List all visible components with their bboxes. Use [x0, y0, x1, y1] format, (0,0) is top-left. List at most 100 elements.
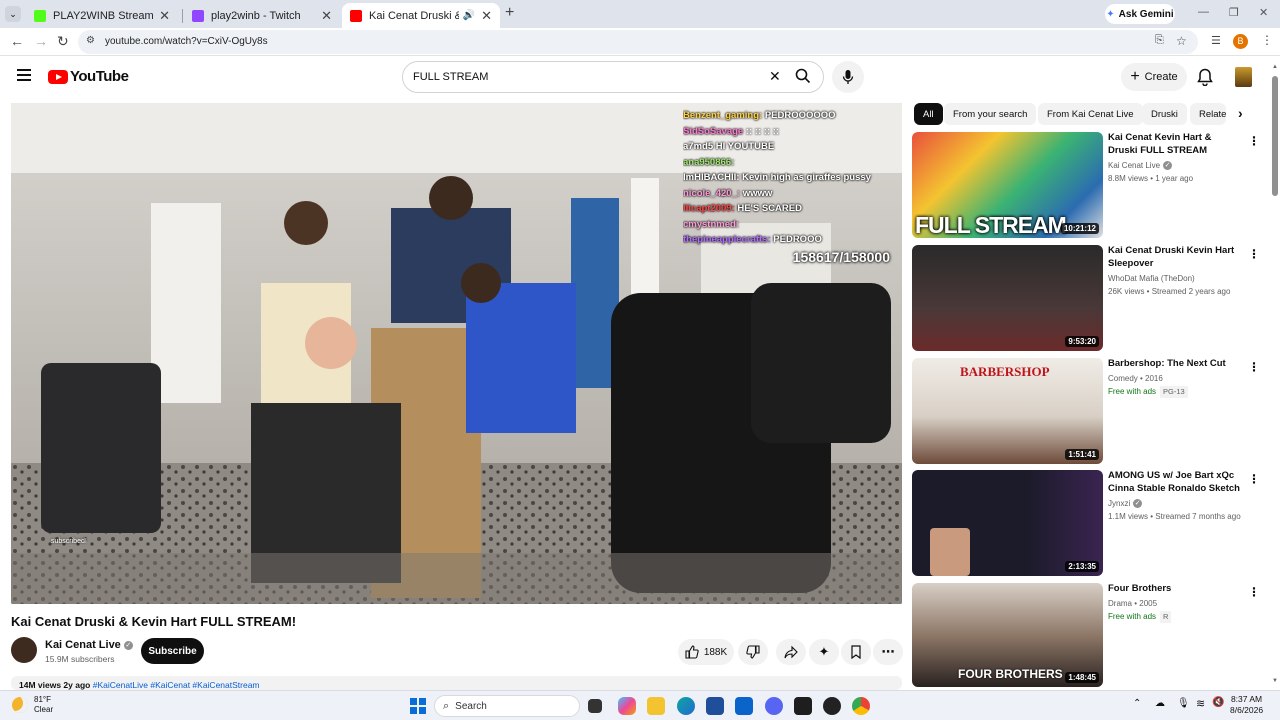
chip-from-channel[interactable]: From Kai Cenat Live [1038, 103, 1143, 125]
more-actions-button[interactable]: ⋯ [873, 639, 903, 665]
chip-from-your-search[interactable]: From your search [944, 103, 1037, 125]
back-arrow-icon[interactable]: ← [10, 33, 24, 49]
wifi-icon[interactable]: ≋ [1196, 697, 1205, 710]
search-icon[interactable] [795, 68, 811, 84]
close-window-icon[interactable]: ✕ [1259, 6, 1268, 19]
video-title[interactable]: Barbershop: The Next Cut [1108, 358, 1242, 371]
chip-related[interactable]: Relate [1190, 103, 1226, 125]
volume-muted-icon[interactable]: 🔇 [1212, 697, 1224, 708]
video-title[interactable]: Four Brothers [1108, 583, 1242, 596]
install-app-icon[interactable]: ⎘ [1155, 34, 1164, 47]
chip-druski[interactable]: Druski [1142, 103, 1187, 125]
scroll-up-arrow-icon[interactable]: ▲ [1272, 64, 1278, 70]
video-thumbnail[interactable]: FULL STREAM 10:21:12 [912, 132, 1103, 238]
channel-avatar[interactable] [11, 637, 37, 663]
discord-icon[interactable] [765, 697, 783, 715]
description-box[interactable]: 14M views 2y ago #KaiCenatLive #KaiCenat… [11, 676, 902, 690]
recommended-movie[interactable]: BARBERSHOP 1:51:41 Barbershop: The Next … [912, 358, 1267, 464]
chrome-icon[interactable] [852, 697, 870, 715]
recommended-video[interactable]: 2:13:35 AMONG US w/ Joe Bart xQc Cinna S… [912, 470, 1267, 576]
chips-next-chevron-icon[interactable]: › [1238, 105, 1243, 121]
close-tab-icon[interactable]: ✕ [321, 8, 332, 24]
microsoft-store-icon[interactable] [706, 697, 724, 715]
tab-audio-icon[interactable]: 🔊 [463, 10, 475, 21]
tab-title: Kai Cenat Druski & Kevin H [369, 9, 459, 22]
dislike-button[interactable] [738, 639, 768, 665]
channel-name[interactable]: WhoDat Mafia (TheDon) [1108, 273, 1195, 285]
reload-icon[interactable]: ↻ [57, 33, 69, 50]
like-button[interactable]: 188K [678, 639, 734, 665]
channel-name-text[interactable]: Kai Cenat Live [45, 639, 121, 651]
voice-search-button[interactable] [832, 61, 864, 93]
obs-icon[interactable] [823, 697, 841, 715]
video-title[interactable]: AMONG US w/ Joe Bart xQc Cinna Stable Ro… [1108, 470, 1242, 495]
subscribe-button[interactable]: Subscribe [141, 638, 204, 664]
video-player[interactable]: Benzent_gaming: PEDROOOOOO SidSoSavage :… [11, 103, 902, 604]
ask-gemini-button[interactable]: ✦ Ask Gemini [1105, 4, 1175, 24]
save-button[interactable] [841, 639, 871, 665]
more-options-icon[interactable]: ⋮ [1248, 585, 1260, 599]
channel-name[interactable]: Kai Cenat Live [1108, 161, 1160, 170]
video-title[interactable]: Kai Cenat Kevin Hart & Druski FULL STREA… [1108, 132, 1242, 157]
tab-kick[interactable]: PLAY2WINB Stream - Watch Li ✕ [26, 3, 178, 28]
url-text[interactable]: youtube.com/watch?v=CxiV-OgUy8s [105, 36, 268, 47]
more-options-icon[interactable]: ⋮ [1248, 472, 1260, 486]
edge-browser-icon[interactable] [677, 697, 695, 715]
microphone-tray-icon[interactable]: 🎙 [1177, 698, 1190, 709]
share-button[interactable] [776, 639, 806, 665]
scrollbar-thumb[interactable] [1272, 76, 1278, 196]
minimize-window-icon[interactable]: — [1198, 6, 1209, 18]
restore-window-icon[interactable]: ❐ [1229, 6, 1239, 19]
recommended-video[interactable]: 9:53:20 Kai Cenat Druski Kevin Hart Slee… [912, 245, 1267, 351]
forward-arrow-icon[interactable]: → [34, 33, 48, 49]
tab-youtube[interactable]: Kai Cenat Druski & Kevin H 🔊 ✕ [342, 3, 500, 28]
search-input-value[interactable]: FULL STREAM [413, 71, 488, 83]
more-options-icon[interactable]: ⋮ [1248, 247, 1260, 261]
browser-menu-icon[interactable]: ⋮ [1261, 33, 1273, 47]
scroll-down-arrow-icon[interactable]: ▼ [1272, 678, 1278, 684]
bookmark-star-icon[interactable]: ☆ [1176, 34, 1187, 48]
hamburger-menu-icon[interactable] [17, 69, 31, 81]
chip-all[interactable]: All [914, 103, 943, 125]
close-tab-icon[interactable]: ✕ [159, 8, 170, 24]
more-options-icon[interactable]: ⋮ [1248, 134, 1260, 148]
close-tab-icon[interactable]: ✕ [481, 8, 492, 24]
recommended-video[interactable]: FULL STREAM 10:21:12 Kai Cenat Kevin Har… [912, 132, 1267, 238]
text-editor-icon[interactable] [794, 697, 812, 715]
more-options-icon[interactable]: ⋮ [1248, 360, 1260, 374]
tab-twitch[interactable]: play2winb - Twitch ✕ [184, 3, 340, 28]
system-tray-chevron-icon[interactable]: ⌃ [1133, 698, 1141, 709]
address-bar[interactable]: ⚙ youtube.com/watch?v=CxiV-OgUy8s ⎘ ☆ [78, 30, 1198, 54]
recommended-movie[interactable]: FOUR BROTHERS 1:48:45 Four Brothers Dram… [912, 583, 1267, 687]
new-tab-button[interactable]: + [505, 4, 514, 22]
cloud-sync-icon[interactable]: ☁ [1155, 698, 1165, 709]
account-avatar[interactable] [1235, 67, 1252, 87]
profile-avatar[interactable]: B [1233, 34, 1248, 49]
video-title[interactable]: Kai Cenat Druski Kevin Hart Sleepover [1108, 245, 1242, 270]
start-windows-icon[interactable] [410, 698, 426, 714]
tab-search-dropdown[interactable]: ⌄ [5, 6, 21, 22]
weather-widget[interactable]: 81°F Clear [34, 695, 53, 715]
channel-name[interactable]: Kai Cenat Live ✓ [45, 639, 133, 651]
file-explorer-icon[interactable] [647, 697, 665, 715]
video-thumbnail[interactable]: 2:13:35 [912, 470, 1103, 576]
hashtags[interactable]: #KaiCenatLive #KaiCenat #KaiCenatStream [93, 680, 260, 690]
ask-ai-button[interactable]: ✦ [809, 639, 839, 665]
copilot-icon[interactable] [618, 697, 636, 715]
search-input[interactable]: FULL STREAM ✕ [402, 61, 824, 93]
page-scrollbar[interactable]: ▲ ▼ [1271, 64, 1279, 688]
site-info-icon[interactable]: ⚙ [86, 35, 95, 46]
outlook-icon[interactable] [735, 697, 753, 715]
system-clock[interactable]: 8:37 AM 8/6/2026 [1230, 694, 1263, 716]
notifications-bell-icon[interactable] [1197, 68, 1213, 91]
channel-name[interactable]: Jynxzi [1108, 499, 1130, 508]
youtube-logo-text[interactable]: YouTube [70, 68, 129, 85]
video-thumbnail[interactable]: BARBERSHOP 1:51:41 [912, 358, 1103, 464]
create-button[interactable]: + Create [1121, 63, 1187, 91]
video-thumbnail[interactable]: FOUR BROTHERS 1:48:45 [912, 583, 1103, 687]
reading-list-icon[interactable]: ☰ [1211, 34, 1221, 47]
video-thumbnail[interactable]: 9:53:20 [912, 245, 1103, 351]
taskbar-search[interactable]: ⌕ Search [434, 695, 580, 717]
clear-search-icon[interactable]: ✕ [769, 68, 781, 85]
task-view-icon[interactable] [588, 699, 602, 713]
